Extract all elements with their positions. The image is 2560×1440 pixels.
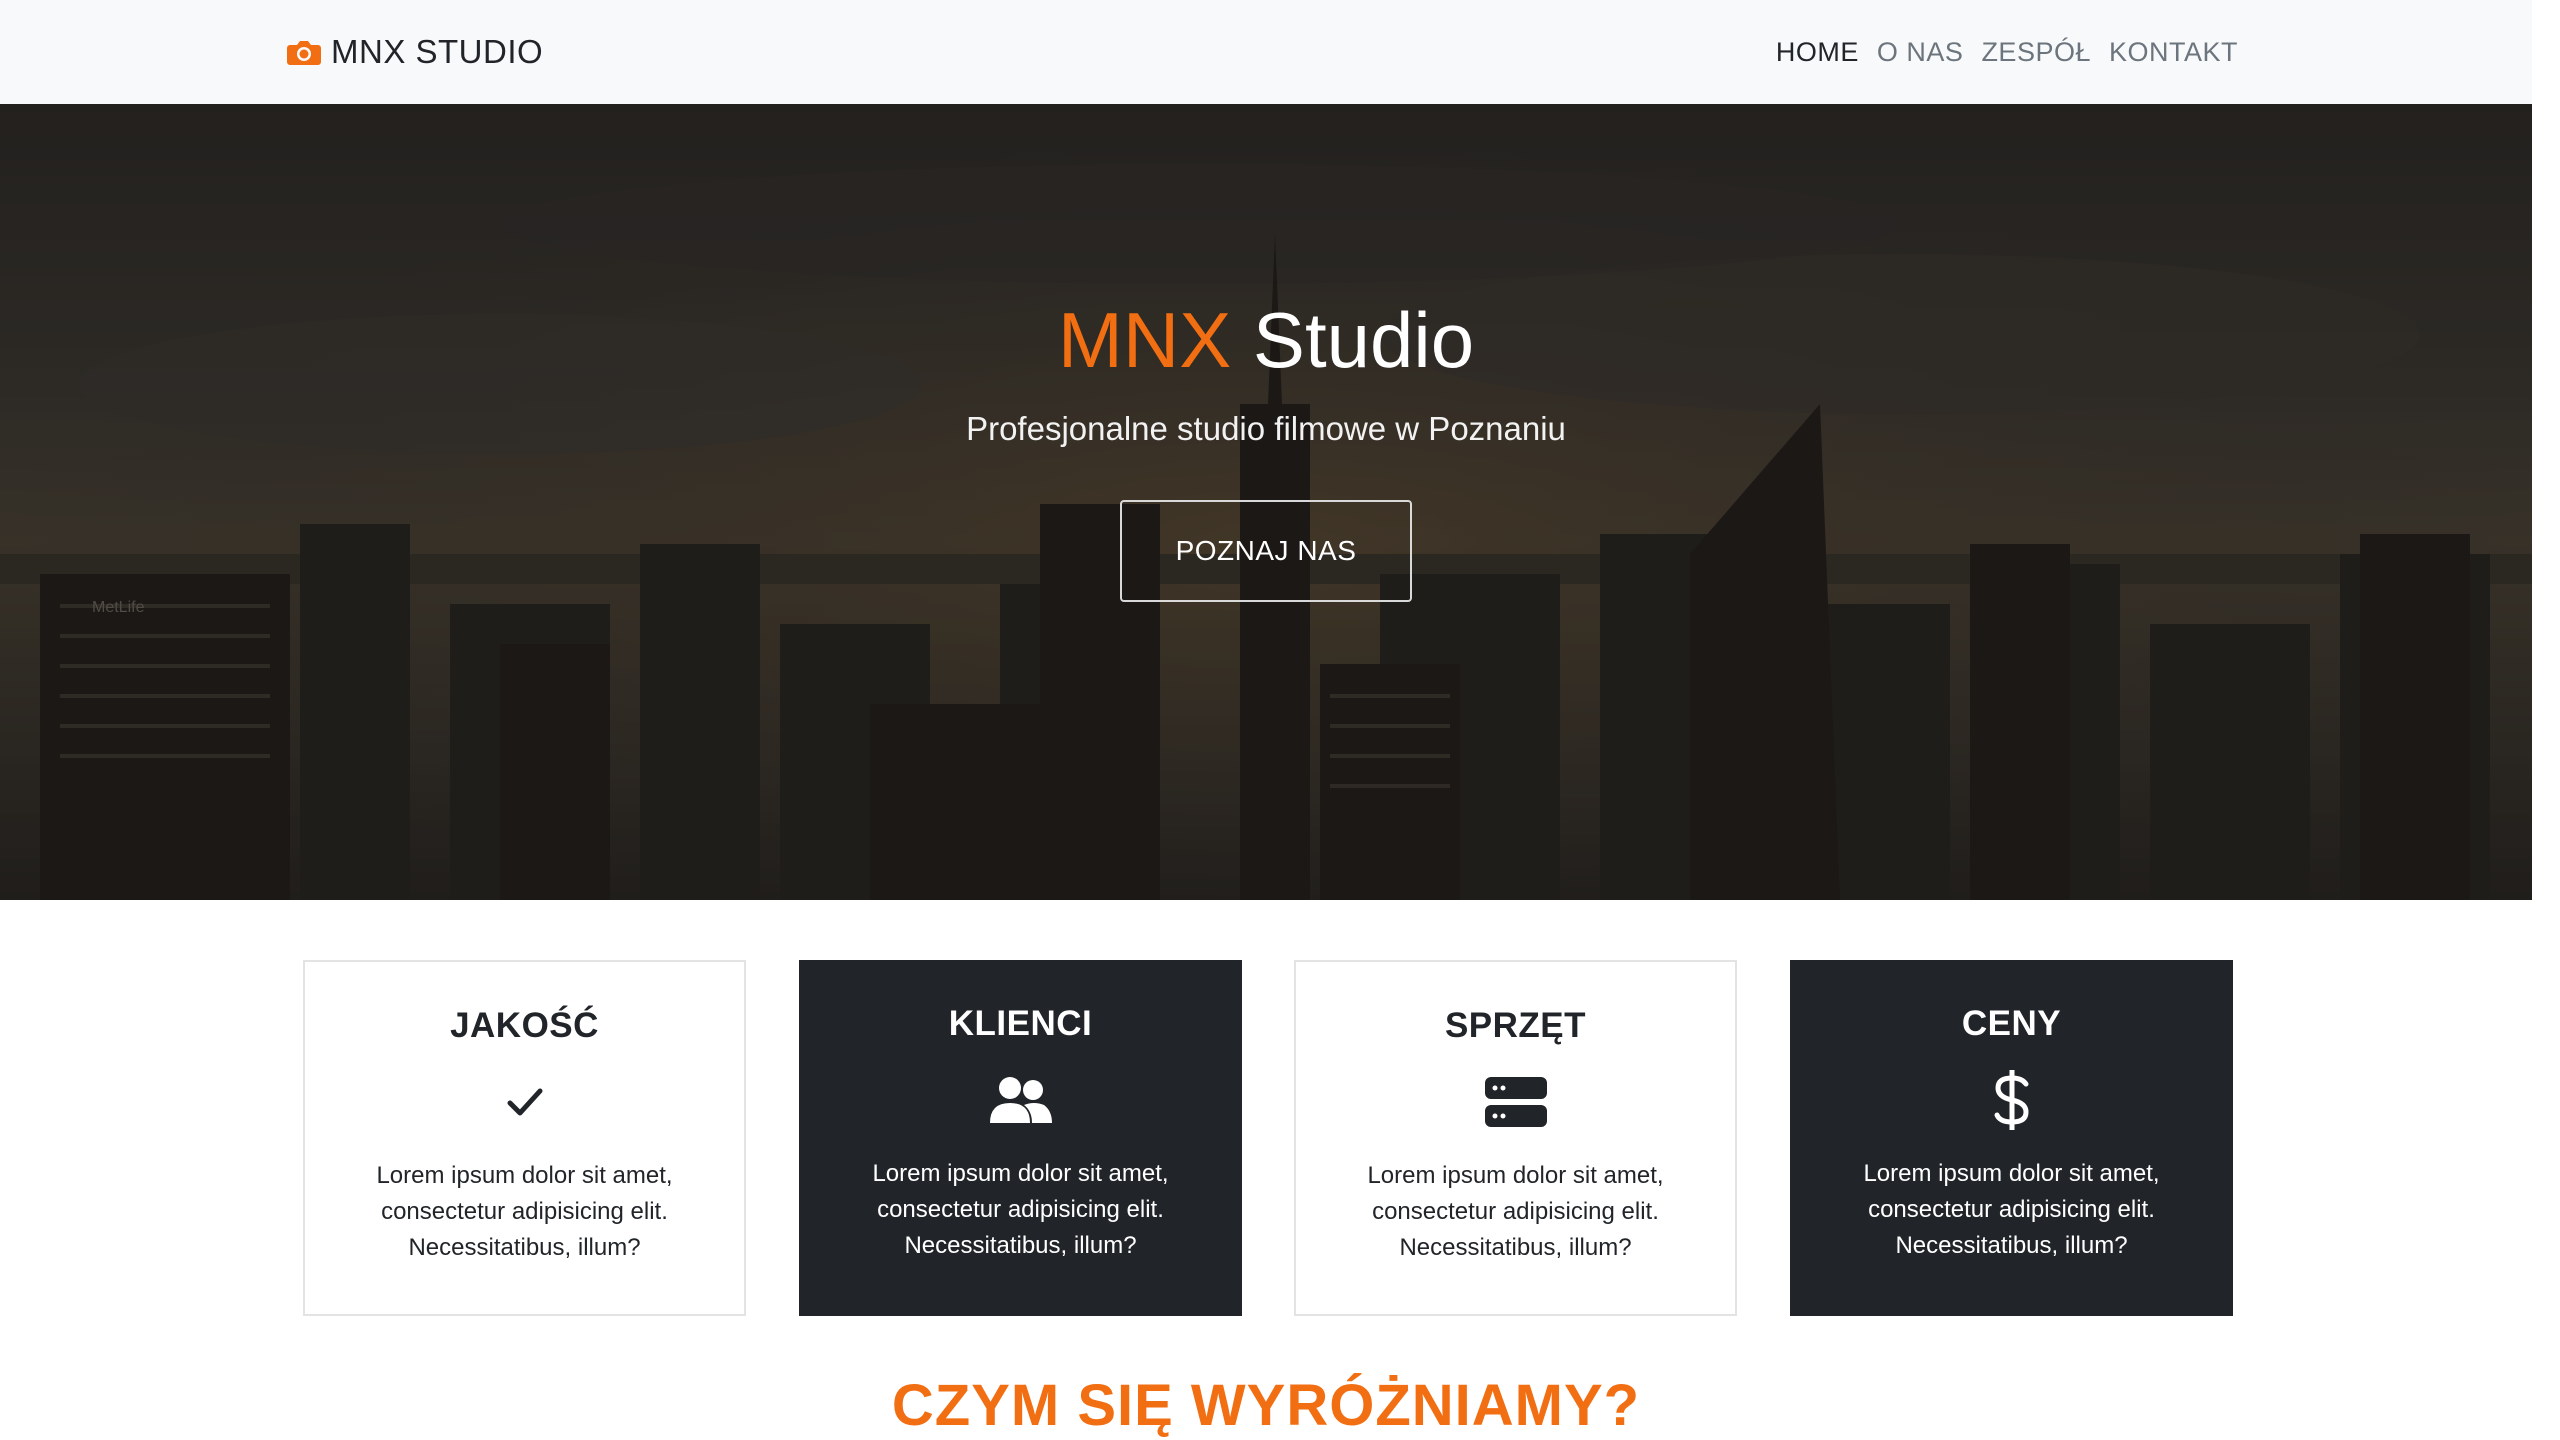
nav-o-nas[interactable]: O NAS: [1875, 37, 1966, 68]
feature-card-jakosc: JAKOŚĆ Lorem ipsum dolor sit amet, conse…: [303, 960, 746, 1316]
feature-card-ceny: CENY Lorem ipsum dolor sit amet, consect…: [1790, 960, 2233, 1316]
nav-home[interactable]: HOME: [1774, 37, 1861, 68]
scrollbar[interactable]: [2532, 0, 2560, 1440]
hero-subtitle: Profesjonalne studio filmowe w Poznaniu: [966, 409, 1566, 447]
feature-text: Lorem ipsum dolor sit amet, consectetur …: [1367, 1162, 1664, 1261]
feature-title: CENY: [1961, 1004, 2062, 1043]
brand-link[interactable]: MNX STUDIO: [287, 30, 543, 74]
nav-zespol[interactable]: ZESPÓŁ: [1979, 37, 2093, 68]
feature-title: JAKOŚĆ: [450, 1006, 599, 1045]
server-icon: [1481, 1072, 1551, 1132]
hero-section: MetLife MNX Studio Profesjonalne studio …: [0, 104, 2532, 900]
navbar: MNX STUDIO HOME O NAS ZESPÓŁ KONTAKT: [0, 0, 2532, 104]
camera-icon: [287, 38, 321, 66]
hero-title: MNX Studio: [0, 294, 2532, 388]
hero-title-rest: Studio: [1231, 296, 1475, 384]
features-section: JAKOŚĆ Lorem ipsum dolor sit amet, conse…: [303, 960, 2233, 1316]
check-icon: [490, 1072, 560, 1132]
nav-kontakt[interactable]: KONTAKT: [2107, 37, 2240, 68]
users-icon: [986, 1070, 1056, 1130]
feature-title: KLIENCI: [948, 1004, 1093, 1043]
dollar-icon: [1977, 1070, 2047, 1130]
feature-card-klienci: KLIENCI Lorem ipsum dolor sit amet, cons…: [799, 960, 1242, 1316]
hero-content: MNX Studio Profesjonalne studio filmowe …: [0, 294, 2532, 602]
hero-title-accent: MNX: [1057, 296, 1232, 384]
poznaj-nas-button[interactable]: POZNAJ NAS: [1120, 499, 1412, 602]
nav-menu: HOME O NAS ZESPÓŁ KONTAKT: [1774, 30, 2240, 74]
brand-name: MNX STUDIO: [331, 33, 544, 70]
feature-text: Lorem ipsum dolor sit amet, consectetur …: [1863, 1160, 2160, 1259]
page: MNX STUDIO HOME O NAS ZESPÓŁ KONTAKT Met…: [0, 0, 2532, 1440]
feature-text: Lorem ipsum dolor sit amet, consectetur …: [376, 1162, 673, 1261]
feature-text: Lorem ipsum dolor sit amet, consectetur …: [872, 1160, 1169, 1259]
feature-card-sprzet: SPRZĘT Lorem ipsum dolor sit amet, conse…: [1294, 960, 1737, 1316]
feature-title: SPRZĘT: [1444, 1006, 1587, 1045]
section-title: CZYM SIĘ WYRÓŻNIAMY?: [891, 1373, 1641, 1438]
